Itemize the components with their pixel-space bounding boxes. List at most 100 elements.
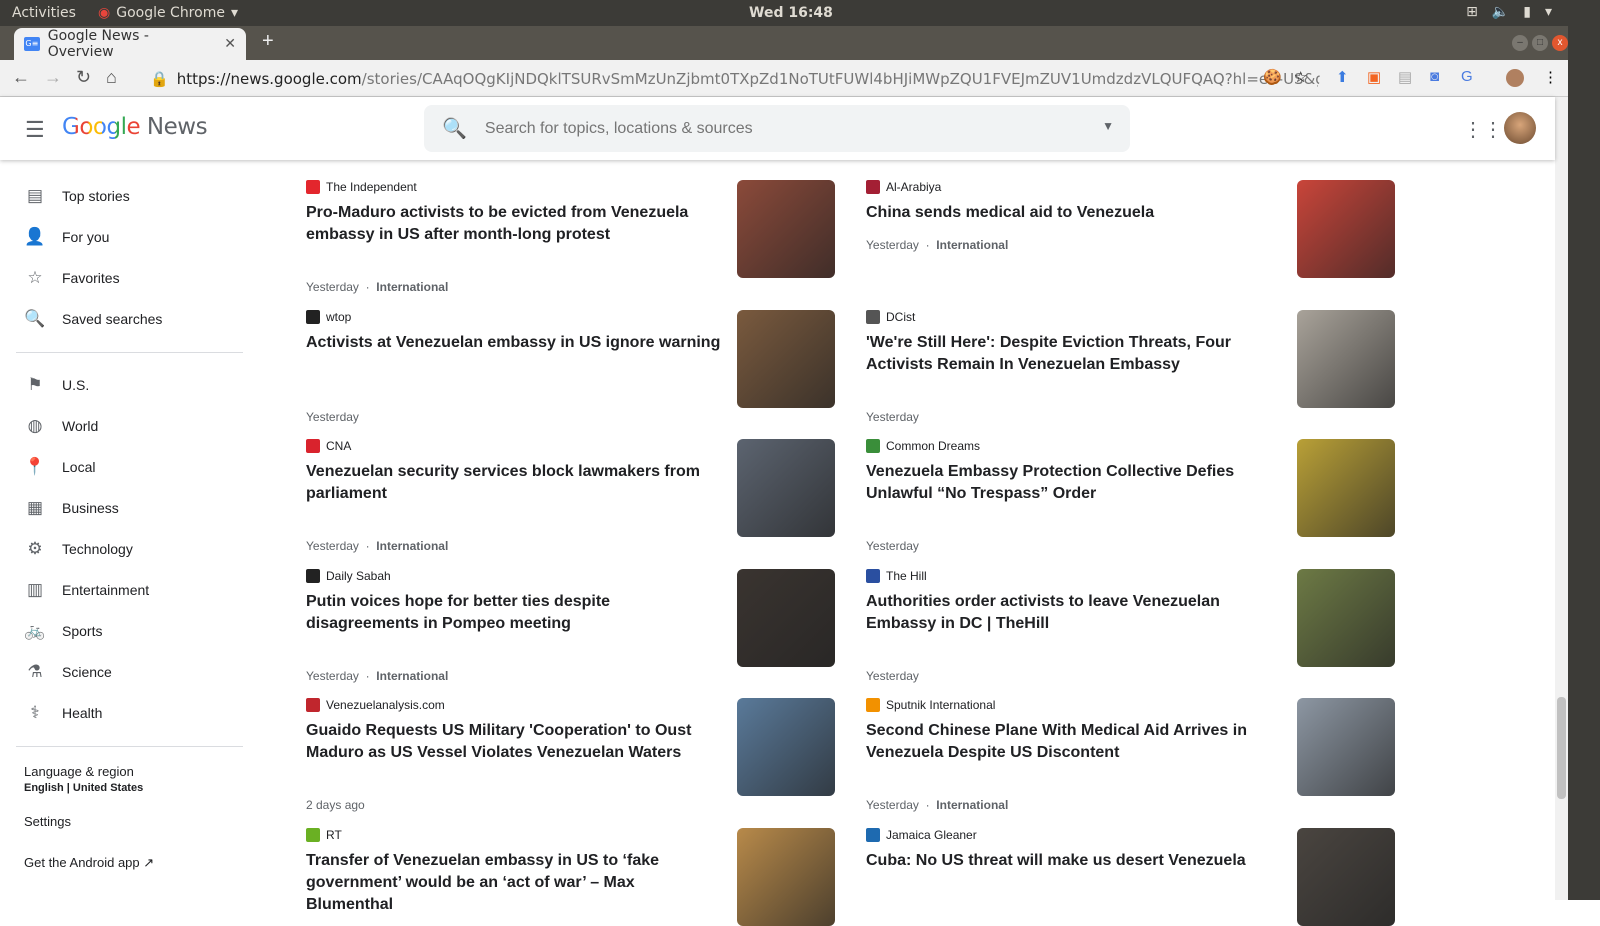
reload-button[interactable]: ↻	[76, 67, 91, 88]
search-options-dropdown-icon[interactable]: ▼	[1102, 119, 1114, 133]
article-source[interactable]: Venezuelanalysis.com	[306, 698, 445, 712]
google-news-logo[interactable]: Google News	[62, 114, 208, 140]
article-title[interactable]: Transfer of Venezuelan embassy in US to …	[306, 850, 721, 916]
article-source[interactable]: Al-Arabiya	[866, 180, 941, 194]
search-box[interactable]: 🔍 ▼	[424, 105, 1130, 152]
article-meta: Yesterday	[866, 539, 919, 553]
screen-edge	[1568, 0, 1600, 900]
cookie-blocked-icon[interactable]: 🍪	[1263, 68, 1282, 86]
article-thumbnail[interactable]	[737, 309, 835, 408]
google-news-header: ☰ Google News 🔍 ▼ ⋮⋮⋮	[0, 97, 1555, 160]
close-window-button[interactable]: x	[1552, 35, 1568, 51]
bookmark-star-icon[interactable]: ☆	[1294, 68, 1307, 86]
article-thumbnail[interactable]	[737, 827, 835, 926]
article-thumbnail[interactable]	[737, 698, 835, 796]
article-title[interactable]: Activists at Venezuelan embassy in US ig…	[306, 332, 721, 354]
article-tag[interactable]: International	[376, 280, 448, 294]
system-tray[interactable]: ⊞ 🔈 ▮ ▾	[1466, 4, 1552, 20]
toolbar: ← → ↻ ⌂ 🔒 https://news.google.com/storie…	[0, 60, 1600, 97]
app-menu[interactable]: ◉ Google Chrome ▾	[98, 5, 238, 21]
article-thumbnail[interactable]	[1297, 568, 1395, 667]
article-title[interactable]: Pro-Maduro activists to be evicted from …	[306, 202, 721, 246]
forward-button[interactable]: →	[44, 67, 62, 88]
article-title[interactable]: Venezuelan security services block lawma…	[306, 461, 721, 505]
article-source[interactable]: CNA	[306, 439, 351, 453]
article-thumbnail[interactable]	[1297, 698, 1395, 796]
article-card[interactable]: DCist 'We're Still Here': Despite Evicti…	[866, 309, 1396, 424]
source-logo-icon	[866, 180, 880, 194]
article-card[interactable]: Daily Sabah Putin voices hope for better…	[306, 568, 836, 683]
source-logo-icon	[866, 568, 880, 583]
search-icon[interactable]: 🔍	[442, 116, 467, 141]
new-tab-button[interactable]: +	[262, 30, 274, 53]
menu-dots-icon[interactable]: ⋮	[1543, 68, 1558, 86]
article-source[interactable]: Jamaica Gleaner	[866, 827, 977, 842]
clock[interactable]: Wed 16:48	[749, 5, 833, 21]
article-source[interactable]: Daily Sabah	[306, 568, 391, 583]
activities-button[interactable]: Activities	[12, 5, 76, 21]
tab-google-news[interactable]: G≡ Google News - Overview ✕	[14, 28, 246, 60]
translate-icon[interactable]: G	[1461, 68, 1473, 85]
back-button[interactable]: ←	[12, 67, 30, 88]
article-meta: 2 days ago	[306, 798, 365, 812]
article-card[interactable]: wtop Activists at Venezuelan embassy in …	[306, 309, 836, 424]
article-title[interactable]: 'We're Still Here': Despite Eviction Thr…	[866, 332, 1281, 376]
chevron-down-icon: ▾	[1544, 4, 1552, 20]
article-thumbnail[interactable]	[737, 180, 835, 278]
article-card[interactable]: RT Transfer of Venezuelan embassy in US …	[306, 827, 836, 926]
profile-avatar[interactable]	[1506, 69, 1524, 87]
article-card[interactable]: Venezuelanalysis.com Guaido Requests US …	[306, 698, 836, 812]
article-thumbnail[interactable]	[1297, 309, 1395, 408]
extension-icon[interactable]: ▤	[1398, 68, 1412, 86]
article-tag[interactable]: International	[936, 238, 1008, 252]
article-card[interactable]: The Hill Authorities order activists to …	[866, 568, 1396, 683]
home-button[interactable]: ⌂	[106, 67, 117, 88]
account-avatar[interactable]	[1504, 112, 1536, 144]
article-card[interactable]: Al-Arabiya China sends medical aid to Ve…	[866, 180, 1396, 278]
article-title[interactable]: Guaido Requests US Military 'Cooperation…	[306, 720, 721, 764]
article-source[interactable]: Common Dreams	[866, 439, 980, 453]
screenshot-icon[interactable]: ◙	[1430, 68, 1439, 85]
article-tag[interactable]: International	[376, 539, 448, 553]
article-title[interactable]: Authorities order activists to leave Ven…	[866, 591, 1281, 635]
minimize-button[interactable]: –	[1512, 35, 1528, 51]
extension-icon[interactable]: ⬆	[1336, 68, 1349, 86]
article-source[interactable]: DCist	[866, 309, 915, 324]
article-thumbnail[interactable]	[737, 439, 835, 537]
scrollbar-thumb[interactable]	[1557, 697, 1566, 799]
scrollbar[interactable]	[1555, 97, 1568, 900]
article-card[interactable]: Common Dreams Venezuela Embassy Protecti…	[866, 439, 1396, 553]
source-logo-icon	[866, 827, 880, 842]
search-input[interactable]	[484, 119, 1085, 138]
article-title[interactable]: Putin voices hope for better ties despit…	[306, 591, 721, 635]
article-title[interactable]: Cuba: No US threat will make us desert V…	[866, 850, 1281, 872]
maximize-button[interactable]: □	[1532, 35, 1548, 51]
source-logo-icon	[866, 698, 880, 712]
article-title[interactable]: China sends medical aid to Venezuela	[866, 202, 1281, 224]
article-card[interactable]: Jamaica Gleaner Cuba: No US threat will …	[866, 827, 1396, 926]
hamburger-menu-icon[interactable]: ☰	[25, 117, 45, 143]
address-bar[interactable]: 🔒 https://news.google.com/stories/CAAqOQ…	[140, 64, 1320, 93]
article-card[interactable]: The Independent Pro-Maduro activists to …	[306, 180, 836, 294]
article-thumbnail[interactable]	[1297, 439, 1395, 537]
article-source[interactable]: The Independent	[306, 180, 417, 194]
article-title[interactable]: Second Chinese Plane With Medical Aid Ar…	[866, 720, 1281, 764]
article-thumbnail[interactable]	[1297, 827, 1395, 926]
article-thumbnail[interactable]	[737, 568, 835, 667]
article-tag[interactable]: International	[376, 669, 448, 683]
article-source[interactable]: Sputnik International	[866, 698, 995, 712]
article-source[interactable]: RT	[306, 827, 342, 842]
source-logo-icon	[306, 309, 320, 324]
article-thumbnail[interactable]	[1297, 180, 1395, 278]
article-card[interactable]: Sputnik International Second Chinese Pla…	[866, 698, 1396, 812]
close-tab-icon[interactable]: ✕	[224, 36, 236, 52]
article-meta: Yesterday	[866, 668, 919, 683]
article-meta: Yesterday	[866, 409, 919, 424]
chevron-down-icon: ▾	[230, 5, 238, 21]
article-card[interactable]: CNA Venezuelan security services block l…	[306, 439, 836, 553]
article-title[interactable]: Venezuela Embassy Protection Collective …	[866, 461, 1281, 505]
rss-icon[interactable]: ▣	[1367, 68, 1381, 86]
article-source[interactable]: The Hill	[866, 568, 927, 583]
article-source[interactable]: wtop	[306, 309, 351, 324]
article-tag[interactable]: International	[936, 798, 1008, 812]
